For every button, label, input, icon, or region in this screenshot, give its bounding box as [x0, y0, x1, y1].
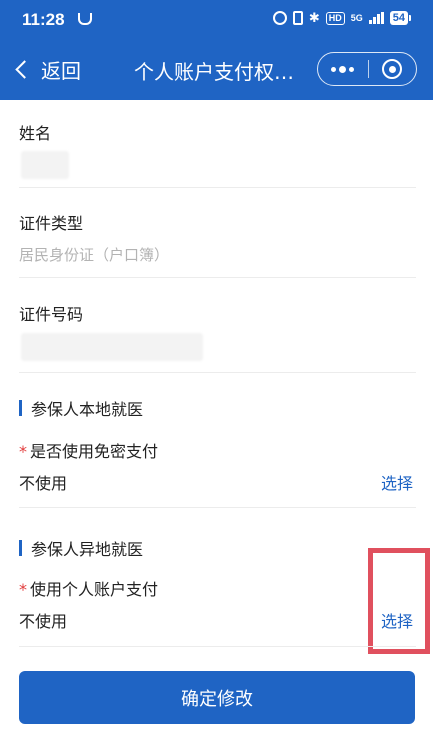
local-section-header: 参保人本地就医 — [19, 396, 143, 420]
more-dot-icon — [349, 66, 355, 72]
id-type-label: 证件类型 — [19, 214, 84, 233]
divider — [19, 187, 416, 188]
required-mark: * — [19, 580, 27, 599]
more-dot-icon — [339, 65, 347, 73]
id-type-field: 证件类型 居民身份证（户口簿） — [19, 210, 416, 265]
section-marker — [19, 400, 22, 416]
name-field: 姓名 — [19, 120, 416, 144]
password-free-label: * 是否使用免密支付 — [19, 438, 158, 462]
id-number-label: 证件号码 — [19, 305, 84, 324]
confirm-modify-button[interactable]: 确定修改 — [19, 671, 415, 724]
password-free-value: 不使用 — [19, 474, 68, 493]
divider — [19, 372, 416, 373]
hd-badge: HD — [325, 11, 345, 25]
local-section-title: 参保人本地就医 — [31, 400, 144, 419]
vibrate-icon — [292, 11, 303, 25]
status-bar: 11:28 ✱ HD 5G 54 — [0, 0, 433, 40]
password-free-select-button[interactable]: 选择 — [381, 470, 413, 494]
more-button[interactable] — [318, 53, 368, 85]
back-button[interactable]: 返回 — [12, 54, 81, 84]
id-number-field: 证件号码 — [19, 301, 416, 325]
alarm-icon — [272, 11, 287, 25]
personal-account-label-text: 使用个人账户支付 — [30, 580, 159, 599]
id-type-value: 居民身份证（户口簿） — [19, 246, 170, 264]
personal-account-label: * 使用个人账户支付 — [19, 576, 158, 600]
bluetooth-icon: ✱ — [308, 10, 320, 25]
status-time: 11:28 — [22, 10, 65, 29]
mini-program-capsule — [317, 52, 417, 86]
name-label: 姓名 — [19, 124, 52, 143]
network-label: 5G — [350, 12, 363, 23]
required-mark: * — [19, 442, 27, 461]
page-title: 个人账户支付权… — [134, 60, 294, 84]
target-circle-icon — [382, 59, 403, 79]
nav-bar: 返回 个人账户支付权… — [0, 46, 433, 92]
divider — [19, 646, 416, 647]
more-dot-icon — [331, 66, 337, 72]
top-bar: 11:28 ✱ HD 5G 54 返回 个人账户支付权… — [0, 0, 433, 100]
section-marker — [19, 540, 22, 556]
battery-icon: 54 — [389, 11, 411, 25]
status-icons: ✱ HD 5G 54 — [272, 10, 411, 25]
divider — [19, 507, 416, 508]
remote-section-header: 参保人异地就医 — [19, 536, 143, 560]
password-free-label-text: 是否使用免密支付 — [30, 442, 159, 461]
highlight-annotation — [368, 548, 430, 654]
back-label: 返回 — [41, 58, 81, 83]
divider — [19, 277, 416, 278]
remote-section-title: 参保人异地就医 — [31, 540, 144, 559]
redacted-name — [21, 151, 69, 179]
battery-level: 54 — [389, 11, 408, 25]
redacted-id-number — [21, 333, 203, 361]
personal-account-value: 不使用 — [19, 612, 68, 631]
signal-icon — [368, 12, 384, 24]
close-mini-program-button[interactable] — [368, 53, 416, 85]
notification-app-icon — [78, 13, 92, 25]
chevron-left-icon — [15, 59, 34, 79]
